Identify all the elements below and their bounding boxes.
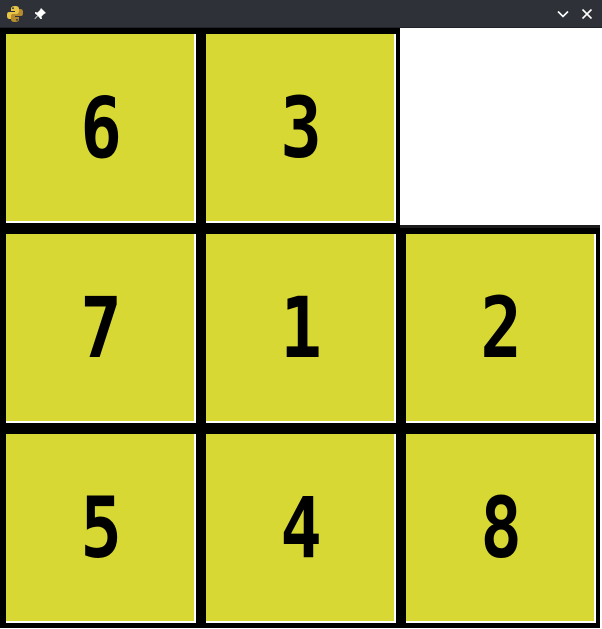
puzzle-tile[interactable]: 7: [0, 228, 200, 428]
tile-number: 7: [80, 278, 121, 377]
puzzle-tile[interactable]: 6: [0, 28, 200, 228]
puzzle-tile[interactable]: 1: [200, 228, 400, 428]
tile-face: 7: [6, 234, 196, 423]
board-cell[interactable]: [400, 28, 600, 228]
tile-number: 8: [480, 478, 521, 577]
tile-face: 5: [6, 434, 196, 623]
tile-number: 4: [280, 478, 321, 577]
tile-number: 2: [480, 278, 521, 377]
tile-face: 1: [206, 234, 396, 423]
puzzle-tile[interactable]: 5: [0, 428, 200, 628]
close-icon[interactable]: [576, 3, 598, 25]
tile-face: 3: [206, 34, 396, 223]
chevron-down-icon[interactable]: [552, 3, 574, 25]
tile-number: 5: [80, 478, 121, 577]
board-cell[interactable]: 3: [200, 28, 400, 228]
tile-number: 6: [80, 78, 121, 177]
puzzle-tile[interactable]: 3: [200, 28, 400, 228]
empty-slot: [400, 28, 600, 228]
board-cell[interactable]: 1: [200, 228, 400, 428]
board-cell[interactable]: 6: [0, 28, 200, 228]
puzzle-tile[interactable]: 4: [200, 428, 400, 628]
tile-face: 4: [206, 434, 396, 623]
board-cell[interactable]: 5: [0, 428, 200, 628]
title-bar[interactable]: [0, 0, 602, 28]
tile-number: 1: [280, 278, 321, 377]
puzzle-tile[interactable]: 2: [400, 228, 600, 428]
tile-number: 3: [280, 78, 321, 177]
tile-face: 2: [406, 234, 596, 423]
puzzle-tile[interactable]: 8: [400, 428, 600, 628]
board-cell[interactable]: 8: [400, 428, 600, 628]
puzzle-board: 6 3 7 1 2 5 4 8: [0, 28, 602, 629]
tile-face: 6: [6, 34, 196, 223]
board-cell[interactable]: 2: [400, 228, 600, 428]
tile-face: 8: [406, 434, 596, 623]
python-logo-icon: [4, 3, 26, 25]
board-cell[interactable]: 7: [0, 228, 200, 428]
game-window: 6 3 7 1 2 5 4 8: [0, 0, 602, 629]
pin-icon[interactable]: [29, 3, 51, 25]
board-cell[interactable]: 4: [200, 428, 400, 628]
